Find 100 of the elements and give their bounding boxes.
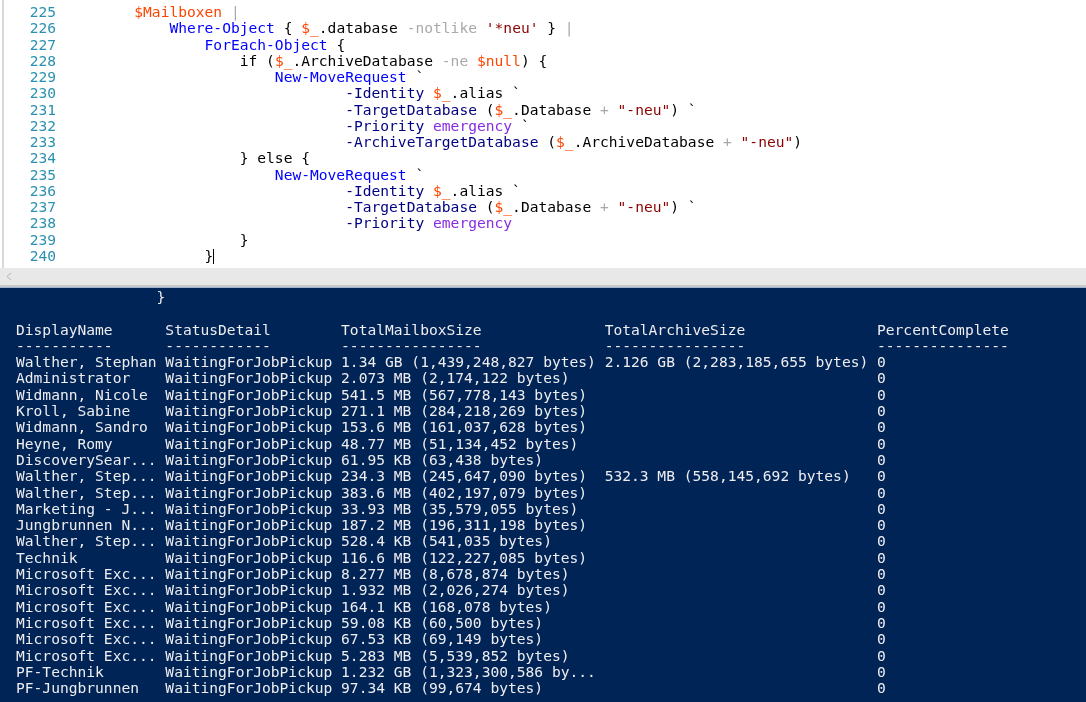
table-cell-text: 48.77 MB (51,134,452 bytes) xyxy=(341,435,579,452)
table-cell-text: DiscoverySear... xyxy=(16,451,158,469)
table-cell-text: Microsoft Exc... xyxy=(16,647,158,664)
table-cell-text: Widmann, Nicole xyxy=(16,386,149,404)
code-line: ForEach-Object { xyxy=(204,36,346,53)
table-cell: 0 xyxy=(877,517,886,534)
table-cell: 0 xyxy=(877,370,886,387)
table-cell-text: 164.1 KB (168,078 bytes) xyxy=(341,598,552,615)
code-line: -Priority emergency ` xyxy=(344,117,530,135)
line-number: 239 xyxy=(28,231,57,248)
table-cell: 0 xyxy=(877,354,886,371)
column-header: TotalArchiveSize xyxy=(604,321,747,338)
line-number: 229 xyxy=(28,69,57,86)
table-cell-text: Microsoft Exc... xyxy=(16,566,158,583)
line-number: 227 xyxy=(28,36,57,53)
table-cell-text: 541.5 MB (567,778,143 bytes) xyxy=(341,386,589,404)
table-cell: 0 xyxy=(877,435,886,452)
column-header: StatusDetail xyxy=(165,321,272,338)
table-cell-text: WaitingForJobPickup xyxy=(165,419,334,436)
line-number: 235 xyxy=(28,166,57,183)
table-cell-text: Microsoft Exc... xyxy=(16,614,158,632)
line-number: 237 xyxy=(28,199,57,216)
console-pane[interactable] xyxy=(0,287,1086,702)
table-cell-text: 116.6 MB (122,227,085 bytes) xyxy=(341,549,589,567)
table-cell-text: PF-Jungbrunnen xyxy=(16,680,140,697)
table-cell-text: 383.6 MB (402,197,079 bytes) xyxy=(341,484,589,501)
table-cell-text: 528.4 KB (541,035 bytes) xyxy=(341,533,552,550)
table-cell-text: WaitingForJobPickup xyxy=(165,451,334,469)
table-cell-text: Walther, Step... xyxy=(16,533,158,550)
code-line: if ($_.ArchiveDatabase -ne $null) { xyxy=(239,52,548,70)
table-cell-text: Marketing - J... xyxy=(16,500,158,518)
table-cell-text: Technik xyxy=(16,549,79,567)
table-cell-text: WaitingForJobPickup xyxy=(165,598,334,615)
code-line: -Priority emergency xyxy=(344,215,513,232)
horizontal-scrollbar[interactable] xyxy=(0,268,1086,287)
code-line: $Mailboxen | xyxy=(133,4,240,21)
table-cell-text: Microsoft Exc... xyxy=(16,598,158,615)
table-cell: 0 xyxy=(877,451,886,469)
table-cell-text: 2.126 GB (2,283,185,655 bytes) xyxy=(604,354,870,371)
code-line: } xyxy=(238,231,249,248)
line-number: 232 xyxy=(28,117,57,135)
table-cell: 0 xyxy=(877,419,886,436)
code-line: New-MoveRequest ` xyxy=(273,69,425,86)
table-cell-text: 1.34 GB (1,439,248,827 bytes) xyxy=(341,354,597,371)
line-number: 225 xyxy=(28,4,57,21)
table-cell-text: Kroll, Sabine xyxy=(16,403,132,420)
line-number: 234 xyxy=(28,150,57,167)
table-cell-text: WaitingForJobPickup xyxy=(165,680,334,697)
table-cell-text: 187.2 MB (196,311,198 bytes) xyxy=(341,517,589,534)
code-line: Where-Object { $_.database -notlike '*neu' } | xyxy=(168,20,574,37)
table-cell-text: 61.95 KB (63,438 bytes) xyxy=(341,451,544,469)
table-cell: 0 xyxy=(877,500,886,518)
table-cell-text: Heyne, Romy xyxy=(16,435,114,452)
table-cell-text: 153.6 MB (161,037,628 bytes) xyxy=(341,419,589,436)
code-line: -Identity $_.alias ` xyxy=(345,182,521,200)
code-line: -ArchiveTargetDatabase ($_.ArchiveDatabase + "-neu") xyxy=(344,134,803,151)
header-rule: --------------- xyxy=(877,337,1009,355)
table-cell-text: 67.53 KB (69,149 bytes) xyxy=(341,631,545,648)
table-cell: 0 xyxy=(877,549,886,567)
table-cell-text: Microsoft Exc... xyxy=(16,582,158,599)
line-number: 236 xyxy=(28,182,57,200)
table-cell: 0 xyxy=(877,386,886,404)
column-header: PercentComplete xyxy=(877,321,1009,338)
code-line: -Identity $_.alias ` xyxy=(345,85,521,102)
table-cell-text: Walther, Step... xyxy=(16,468,158,485)
table-cell: 0 xyxy=(877,403,886,420)
table-cell-text: WaitingForJobPickup xyxy=(165,614,334,632)
line-number: 230 xyxy=(28,85,57,102)
table-cell-text: 532.3 MB (558,145,692 bytes) xyxy=(604,468,852,485)
column-header: DisplayName xyxy=(16,321,114,338)
table-cell-text: WaitingForJobPickup xyxy=(165,533,334,550)
table-cell-text: WaitingForJobPickup xyxy=(165,631,334,648)
table-cell-text: Jungbrunnen N... xyxy=(16,517,158,534)
header-rule: ---------------- xyxy=(341,337,483,355)
line-number: 228 xyxy=(28,52,57,70)
table-cell-text: WaitingForJobPickup xyxy=(165,582,334,599)
header-rule: ----------- xyxy=(16,337,114,355)
table-cell: 0 xyxy=(877,631,886,648)
table-cell: 0 xyxy=(877,468,886,485)
table-cell-text: Widmann, Sandro xyxy=(16,419,149,436)
code-line: New-MoveRequest ` xyxy=(273,166,425,183)
table-cell-text: WaitingForJobPickup xyxy=(165,500,334,518)
table-cell-text: WaitingForJobPickup xyxy=(165,386,334,404)
line-number: 238 xyxy=(28,215,57,232)
table-cell-text: WaitingForJobPickup xyxy=(165,549,334,567)
table-cell-text: 2.073 MB (2,174,122 bytes) xyxy=(341,370,570,387)
table-cell-text: 1.932 MB (2,026,274 bytes) xyxy=(341,582,571,599)
code-line: } xyxy=(203,248,214,265)
table-cell-text: WaitingForJobPickup xyxy=(165,663,334,681)
table-cell: 0 xyxy=(877,680,886,697)
table-cell: 0 xyxy=(877,484,886,501)
table-cell-text: WaitingForJobPickup xyxy=(165,354,334,371)
table-cell-text: PF-Technik xyxy=(16,663,105,681)
line-number: 226 xyxy=(28,20,57,37)
column-header: TotalMailboxSize xyxy=(341,321,483,338)
table-cell-text: WaitingForJobPickup xyxy=(165,370,334,387)
table-cell-text: 33.93 MB (35,579,055 bytes) xyxy=(341,500,579,518)
table-cell-text: WaitingForJobPickup xyxy=(165,647,334,664)
table-cell-text: Walther, Stephan xyxy=(16,354,158,371)
code-line: } else { xyxy=(238,150,310,167)
